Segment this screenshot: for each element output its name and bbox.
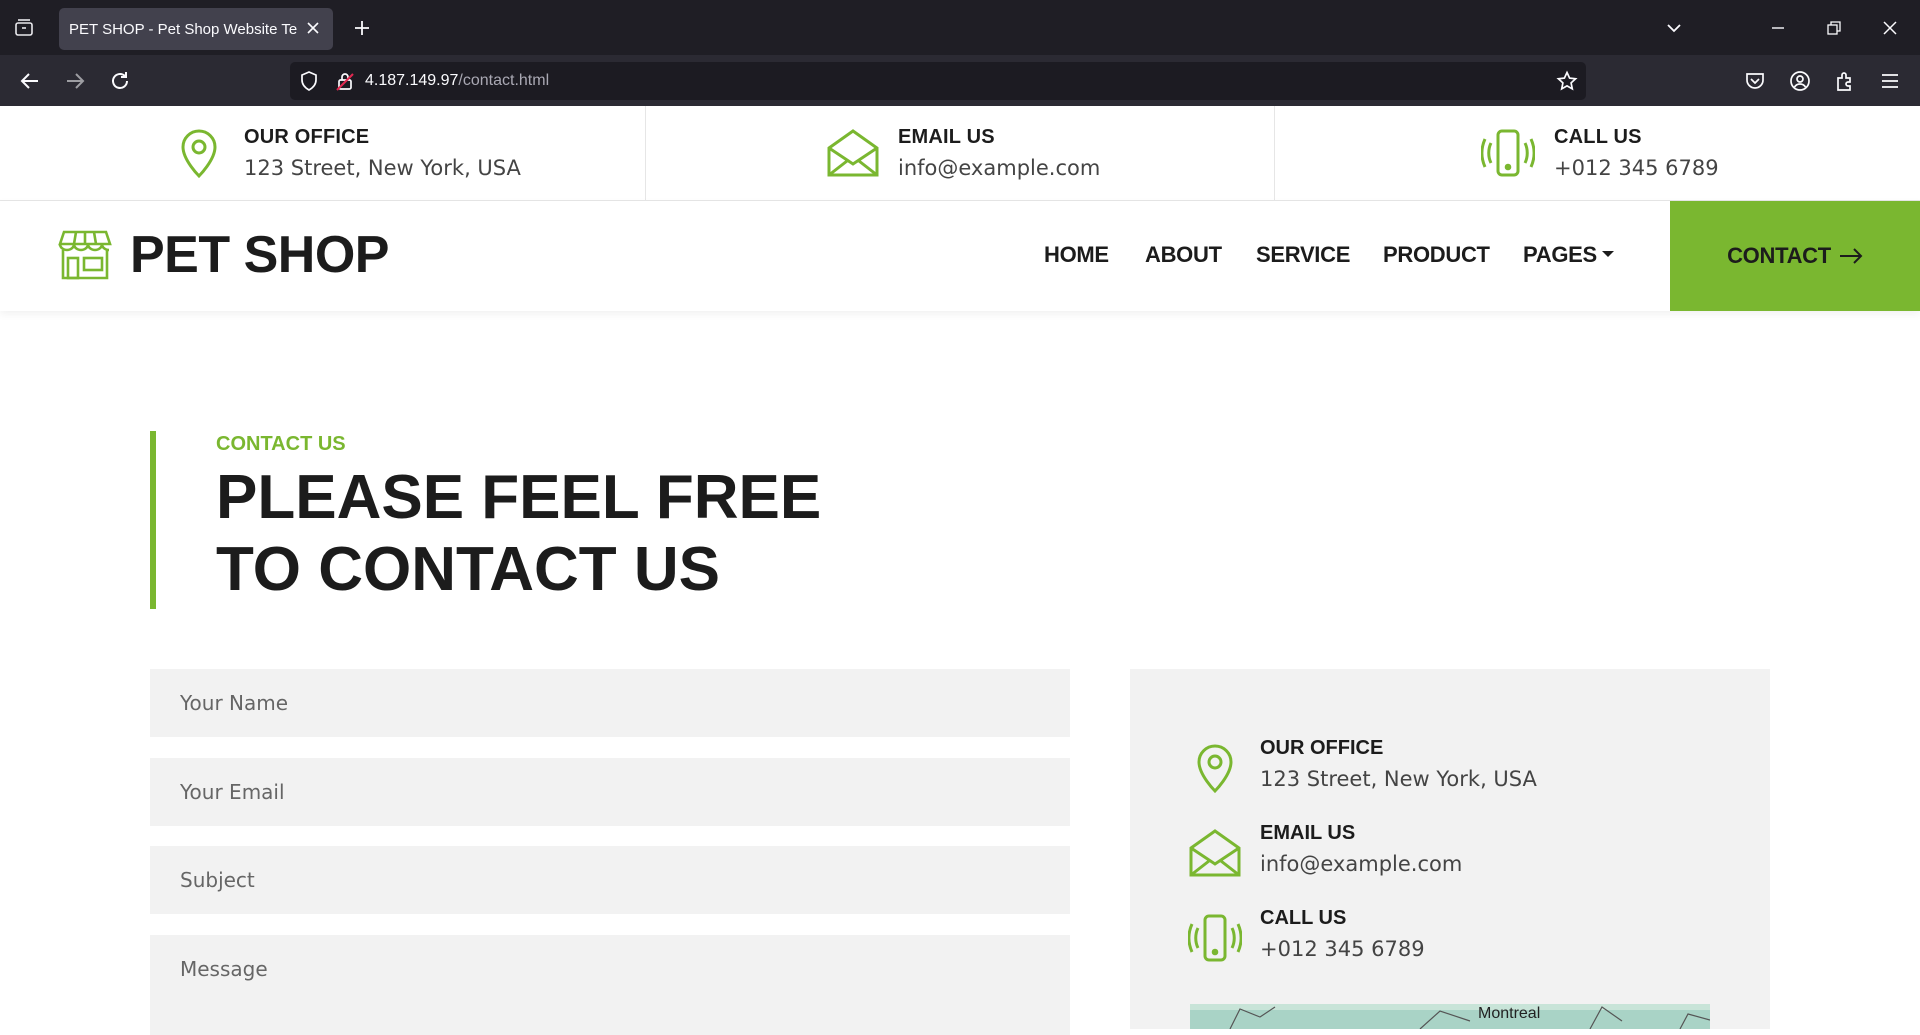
top-info-call: CALL US +012 345 6789 bbox=[1275, 106, 1920, 201]
contact-button[interactable]: CONTACT bbox=[1670, 201, 1920, 311]
shield-icon[interactable] bbox=[298, 70, 320, 92]
nav-pages-dropdown[interactable]: PAGES bbox=[1523, 242, 1614, 268]
restore-icon[interactable] bbox=[1822, 16, 1846, 40]
nav-home[interactable]: HOME bbox=[1044, 242, 1109, 268]
pocket-icon[interactable] bbox=[1742, 68, 1768, 94]
contact-email: EMAIL US info@example.com bbox=[1188, 822, 1688, 886]
url-host: 4.187.149.97 bbox=[365, 72, 459, 89]
message-textarea[interactable] bbox=[150, 935, 1070, 1035]
browser-tab-bar: PET SHOP - Pet Shop Website Temp bbox=[0, 0, 1920, 55]
contact-call-value: +012 345 6789 bbox=[1260, 937, 1425, 961]
section-title: PLEASE FEEL FREE TO CONTACT US bbox=[216, 463, 822, 604]
email-value: info@example.com bbox=[898, 156, 1101, 180]
section-heading: CONTACT US PLEASE FEEL FREE TO CONTACT U… bbox=[150, 431, 916, 609]
forward-arrow-icon[interactable] bbox=[62, 68, 88, 94]
url-path: /contact.html bbox=[458, 72, 550, 89]
map-city-label: Montreal bbox=[1478, 1005, 1541, 1022]
tab-close-icon[interactable] bbox=[305, 20, 321, 36]
envelope-icon bbox=[826, 126, 880, 180]
reload-icon[interactable] bbox=[107, 68, 133, 94]
phone-vibrate-icon bbox=[1480, 126, 1536, 180]
contact-call-label: CALL US bbox=[1260, 907, 1347, 929]
nav-about[interactable]: ABOUT bbox=[1145, 242, 1222, 268]
nav-product[interactable]: PRODUCT bbox=[1383, 242, 1490, 268]
map-pin-icon bbox=[172, 126, 226, 180]
contact-call: CALL US +012 345 6789 bbox=[1187, 907, 1688, 971]
office-label: OUR OFFICE bbox=[244, 126, 370, 148]
contact-office-value: 123 Street, New York, USA bbox=[1260, 767, 1537, 791]
nav-service[interactable]: SERVICE bbox=[1256, 242, 1350, 268]
contact-office-label: OUR OFFICE bbox=[1260, 737, 1384, 759]
site-header: PET SHOP HOME ABOUT SERVICE PRODUCT PAGE… bbox=[0, 201, 1920, 311]
email-label: EMAIL US bbox=[898, 126, 995, 148]
name-input[interactable] bbox=[150, 669, 1070, 737]
office-value: 123 Street, New York, USA bbox=[244, 156, 521, 180]
account-icon[interactable] bbox=[1787, 68, 1813, 94]
subject-input[interactable] bbox=[150, 846, 1070, 914]
top-info-email: EMAIL US info@example.com bbox=[646, 106, 1275, 201]
new-tab-icon[interactable] bbox=[350, 16, 374, 40]
top-info-office: OUR OFFICE 123 Street, New York, USA bbox=[0, 106, 646, 201]
arrow-right-icon bbox=[1839, 248, 1863, 264]
browser-tab-active[interactable]: PET SHOP - Pet Shop Website Temp bbox=[59, 8, 333, 50]
back-arrow-icon[interactable] bbox=[17, 68, 43, 94]
hamburger-menu-icon[interactable] bbox=[1877, 68, 1903, 94]
insecure-lock-icon[interactable] bbox=[334, 70, 356, 92]
call-label: CALL US bbox=[1554, 126, 1642, 148]
site-logo[interactable]: PET SHOP bbox=[130, 225, 389, 285]
url-text: 4.187.149.97/contact.html bbox=[365, 72, 549, 90]
extensions-icon[interactable] bbox=[1832, 68, 1858, 94]
close-window-icon[interactable] bbox=[1878, 16, 1902, 40]
envelope-icon bbox=[1188, 826, 1242, 880]
section-subtitle: CONTACT US bbox=[216, 433, 346, 455]
contact-info-box: OUR OFFICE 123 Street, New York, USA EMA… bbox=[1130, 669, 1770, 1029]
browser-nav-bar: 4.187.149.97/contact.html bbox=[0, 55, 1920, 106]
email-input[interactable] bbox=[150, 758, 1070, 826]
minimize-icon[interactable] bbox=[1766, 16, 1790, 40]
tab-list-icon[interactable] bbox=[12, 16, 36, 40]
url-bar[interactable]: 4.187.149.97/contact.html bbox=[290, 62, 1586, 100]
shop-store-icon[interactable] bbox=[58, 228, 112, 280]
top-info-bar: OUR OFFICE 123 Street, New York, USA EMA… bbox=[0, 106, 1920, 201]
contact-email-label: EMAIL US bbox=[1260, 822, 1356, 844]
caret-down-icon bbox=[1601, 251, 1614, 258]
call-value: +012 345 6789 bbox=[1554, 156, 1719, 180]
tab-title: PET SHOP - Pet Shop Website Temp bbox=[69, 20, 297, 38]
map-pin-icon bbox=[1188, 741, 1242, 795]
phone-vibrate-icon bbox=[1187, 911, 1243, 965]
bookmark-star-icon[interactable] bbox=[1556, 70, 1578, 92]
contact-email-value: info@example.com bbox=[1260, 852, 1463, 876]
contact-office: OUR OFFICE 123 Street, New York, USA bbox=[1188, 737, 1688, 801]
contact-button-label: CONTACT bbox=[1727, 243, 1831, 268]
chevron-down-icon[interactable] bbox=[1662, 16, 1686, 40]
nav-pages-label: PAGES bbox=[1523, 242, 1597, 267]
location-map[interactable]: Montreal bbox=[1190, 1004, 1710, 1029]
